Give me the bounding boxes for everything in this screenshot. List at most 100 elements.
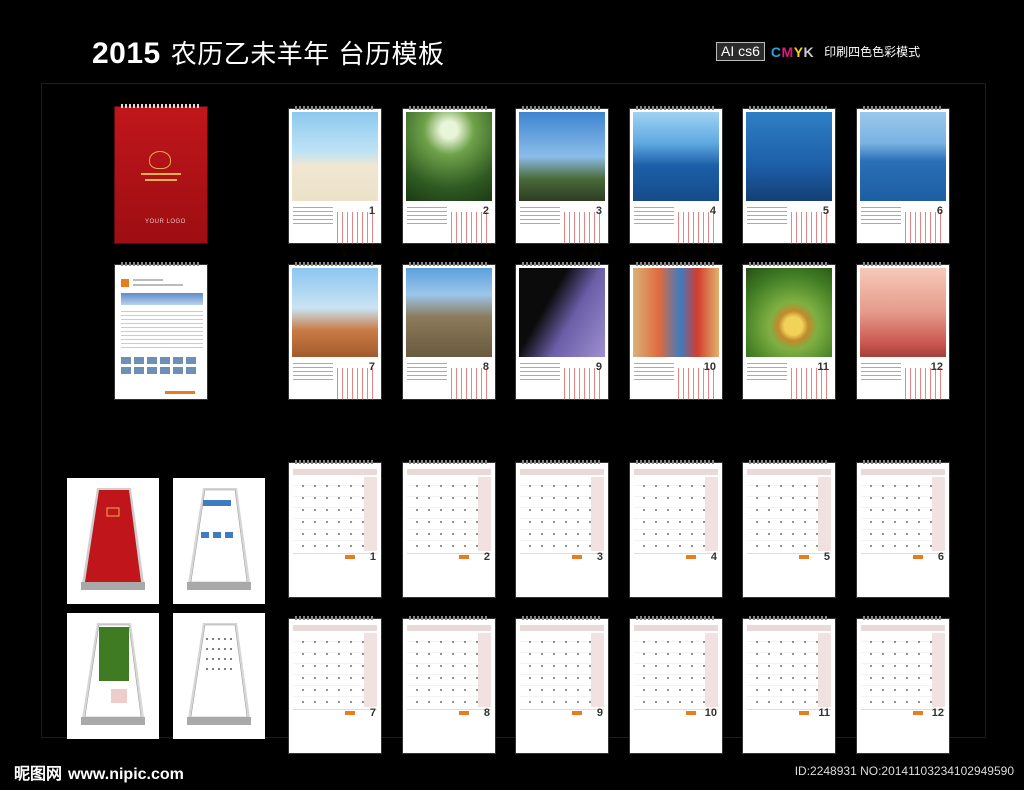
calendar-cover: YOUR LOGO [114,104,208,244]
stand-cover-icon [81,488,145,590]
intro-banner-image [121,293,203,305]
month-number: 2 [483,551,490,563]
month-photo-snail [746,268,832,357]
format-badges: AI cs6 CMYK 印刷四色色彩模式 [716,42,920,61]
month-info [293,207,333,227]
calendar-back-page: 10 [629,616,723,754]
intro-heading-line [133,279,163,281]
intro-text-line [121,331,203,332]
calendar-back-page: 2 [402,460,496,598]
month-card: 1 [288,106,382,244]
month-card: 12 [856,262,950,400]
month-grid [564,212,600,244]
calendar-back-page: 1 [288,460,382,598]
stand-photo-icon [81,623,145,725]
page-title: 2015 农历乙未羊年 台历模板 [92,34,445,71]
month-info [293,363,333,383]
month-info [520,363,560,383]
month-photo-hiker [406,268,492,357]
month-number: 6 [937,551,944,563]
month-grid [791,212,827,244]
month-number: 5 [822,205,829,217]
month-number: 3 [595,205,602,217]
month-photo-climber [519,268,605,357]
month-card: 2 [402,106,496,244]
calendar-back-page: 8 [402,616,496,754]
month-card: 4 [629,106,723,244]
binding-rings [636,262,716,266]
binding-rings [636,106,716,110]
month-card: 11 [742,262,836,400]
month-grid [564,368,600,400]
site-url: www.nipic.com [68,766,184,783]
print-mode-label: 印刷四色色彩模式 [824,45,921,59]
cmyk-k: K [803,43,815,60]
month-card: 10 [629,262,723,400]
intro-thumbnails [121,357,203,374]
calendar-back-page: 9 [515,616,609,754]
month-info [634,207,674,227]
month-photo-tree [860,268,946,357]
calendar-back-page: 3 [515,460,609,598]
cmyk-m: M [781,43,794,60]
month-info [520,207,560,227]
month-info [407,207,447,227]
binding-rings [295,106,375,110]
stand-back-icon [187,623,251,725]
cover-logo-text: YOUR LOGO [145,219,186,225]
cmyk-y: Y [793,43,804,60]
month-grid [905,212,941,244]
month-card: 9 [515,262,609,400]
site-logo: 昵图网 www.nipic.com [14,760,184,784]
intro-text-line [121,319,203,320]
binding-rings [522,262,602,266]
cmyk-c: C [770,43,782,60]
intro-text-line [121,327,203,328]
calendar-back-page: 11 [742,616,836,754]
intro-phone-bar [165,391,195,394]
intro-text-line [121,343,203,344]
binding-rings [749,106,829,110]
month-info [747,363,787,383]
month-grid [337,212,373,244]
cover-subtitle-line [145,179,177,181]
intro-subheading-line [133,284,183,286]
month-info [861,207,901,227]
month-number: 1 [369,551,376,563]
month-number: 8 [482,361,489,373]
month-card: 5 [742,106,836,244]
stand-mockup-cover [67,478,159,604]
site-logo-text: 昵图网 [14,764,63,783]
intro-text-line [121,323,203,324]
month-number: 4 [709,205,716,217]
month-number: 1 [368,205,375,217]
month-number: 11 [818,707,830,719]
month-photo-windsurf [633,112,719,201]
month-number: 4 [710,551,717,563]
month-info [634,363,674,383]
month-photo-bamboo [406,112,492,201]
calendar-back-page: 6 [856,460,950,598]
title-text: 农历乙未羊年 台历模板 [170,40,445,70]
calendar-back-page: 4 [629,460,723,598]
binding-rings [863,262,943,266]
calendar-back-page: 5 [742,460,836,598]
intro-text-line [121,339,203,340]
month-grid [678,212,714,244]
month-grid [451,212,487,244]
month-number: 3 [596,551,603,563]
binding-rings [121,104,201,108]
month-number: 7 [369,707,376,719]
month-photo-beach [292,112,378,201]
month-card: 6 [856,106,950,244]
intro-text-line [121,347,203,348]
intro-orange-mark [121,279,129,287]
month-info [747,207,787,227]
stand-mockup-back [173,613,265,739]
cmyk-label: CMYK [771,44,814,60]
month-number: 9 [596,707,603,719]
image-id: ID:2248931 NO:20141103234102949590 [794,764,1014,778]
month-number: 6 [936,205,943,217]
month-number: 12 [931,707,944,719]
binding-rings [409,106,489,110]
